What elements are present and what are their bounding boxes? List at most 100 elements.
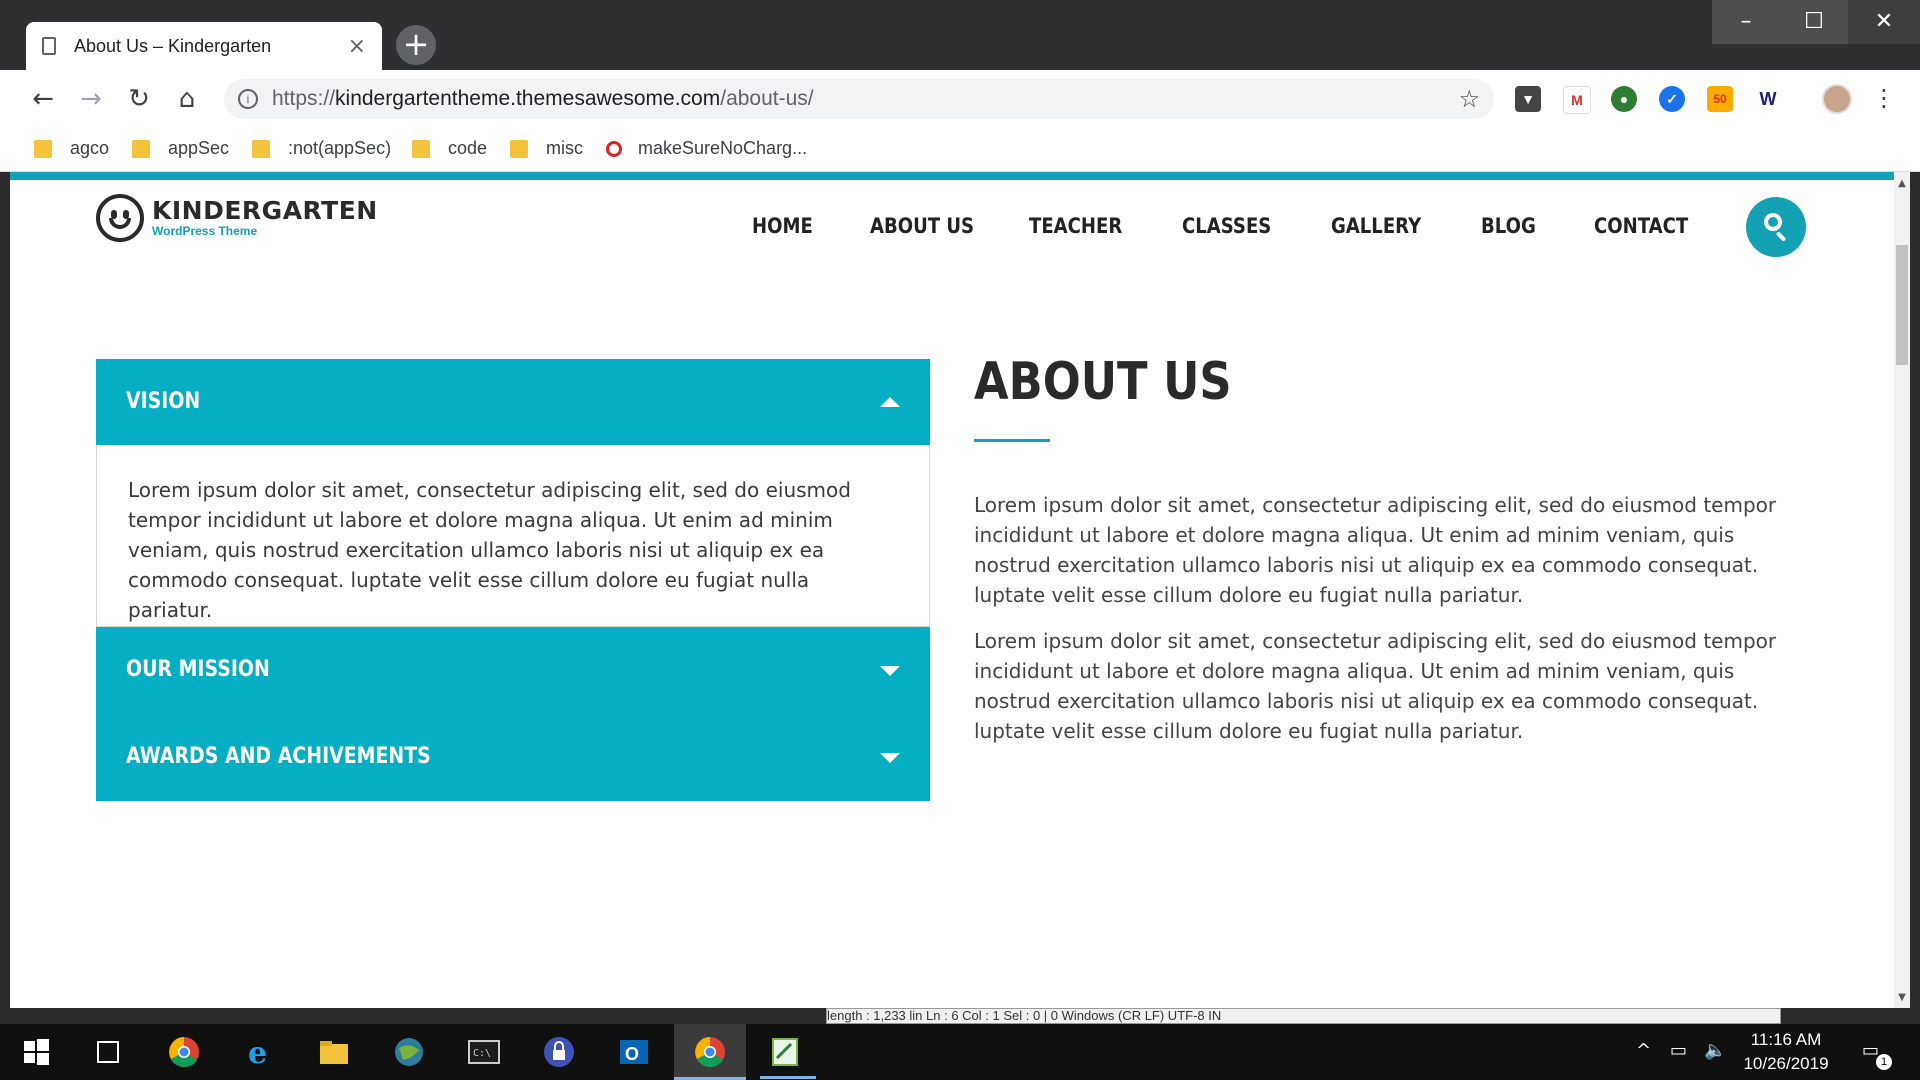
folder-icon (34, 139, 52, 158)
open-app-indicator (760, 1076, 816, 1079)
clock-time: 11:16 AM (1750, 1030, 1822, 1049)
home-icon[interactable]: ⌂ (170, 82, 204, 116)
accordion-title: AWARDS AND ACHIVEMENTS (126, 744, 431, 769)
caret-down-icon (880, 666, 900, 676)
address-bar[interactable]: i https://kindergartentheme.themesawesom… (224, 79, 1494, 119)
bookmark-makesurenocharge[interactable]: makeSureNoCharg... (606, 138, 807, 159)
accordion: VISION Lorem ipsum dolor sit amet, conse… (96, 359, 930, 801)
back-icon[interactable]: ← (26, 82, 60, 116)
url-host: kindergartentheme.themesawesome.com (335, 87, 721, 110)
scrollbar-thumb[interactable] (1896, 245, 1908, 365)
internet-explorer-icon[interactable]: e (241, 1034, 277, 1070)
accordion-our-mission-header[interactable]: OUR MISSION (96, 627, 930, 714)
accordion-vision-body: Lorem ipsum dolor sit amet, consectetur … (96, 445, 930, 627)
folder-icon (510, 139, 528, 158)
bookmark-appsec[interactable]: appSec (132, 138, 229, 159)
bookmark-misc[interactable]: misc (510, 138, 583, 159)
clock[interactable]: 11:16 AM 10/26/2019 (1730, 1028, 1842, 1076)
nav-gallery[interactable]: GALLERY (1331, 214, 1421, 238)
about-paragraph: Lorem ipsum dolor sit amet, consectetur … (974, 493, 1777, 607)
top-accent-bar (10, 172, 1894, 180)
notification-badge: 1 (1876, 1054, 1892, 1070)
search-button[interactable] (1746, 197, 1806, 257)
caret-down-icon (880, 753, 900, 763)
profile-avatar[interactable] (1822, 84, 1852, 114)
background-window-statusbar: length : 1,233 lin Ln : 6 Col : 1 Sel : … (826, 1008, 1781, 1024)
bookmark-label: :not(appSec) (288, 138, 392, 158)
nav-about-us[interactable]: ABOUT US (870, 214, 974, 238)
file-explorer-icon[interactable] (316, 1034, 352, 1070)
forward-icon[interactable]: → (74, 82, 108, 116)
check-icon[interactable]: ✓ (1659, 86, 1685, 112)
windows-start-icon[interactable] (18, 1034, 54, 1070)
folder-icon (132, 139, 150, 158)
gmail-icon[interactable]: M (1563, 86, 1591, 114)
bookmarks-bar: agco appSec :not(appSec) code misc makeS… (0, 128, 1920, 172)
new-tab-button[interactable]: + (396, 25, 436, 65)
nav-teacher[interactable]: TEACHER (1029, 214, 1122, 238)
accordion-awards-header[interactable]: AWARDS AND ACHIVEMENTS (96, 714, 930, 801)
nav-blog[interactable]: BLOG (1481, 214, 1536, 238)
bookmark-label: code (448, 138, 488, 158)
scroll-down-icon[interactable]: ▼ (1896, 992, 1908, 1003)
accordion-collapsed-group: OUR MISSION AWARDS AND ACHIVEMENTS (96, 627, 930, 801)
bookmark-label: makeSureNoCharg... (638, 138, 808, 158)
logo-subtitle: WordPress Theme (152, 224, 258, 238)
reload-icon[interactable]: ↻ (122, 82, 156, 116)
accordion-vision-header[interactable]: VISION (96, 359, 930, 445)
about-paragraph: Lorem ipsum dolor sit amet, consectetur … (974, 629, 1777, 743)
bookmark-label: agco (70, 138, 110, 158)
page-icon (42, 37, 56, 55)
browser-toolbar: ← → ↻ ⌂ i https://kindergartentheme.them… (0, 70, 1920, 128)
chrome-active-icon[interactable] (692, 1034, 728, 1070)
svg-text:e: e (248, 1036, 267, 1070)
url-text[interactable]: https://kindergartentheme.themesawesome.… (272, 87, 1458, 111)
heading-underline (974, 439, 1050, 442)
globe-app-icon[interactable] (391, 1034, 427, 1070)
folder-icon (252, 139, 270, 158)
pocket-icon[interactable]: ▼ (1515, 86, 1541, 112)
tab-about-us[interactable]: About Us – Kindergarten × (26, 22, 382, 70)
site-logo[interactable]: KINDERGARTEN WordPress Theme (96, 194, 378, 242)
vpn-lock-icon[interactable] (541, 1034, 577, 1070)
nav-home[interactable]: HOME (752, 214, 813, 238)
bookmark-agco[interactable]: agco (34, 138, 109, 159)
svg-text:C:\: C:\ (473, 1048, 491, 1059)
close-window-button[interactable]: ✕ (1848, 0, 1920, 44)
terminal-icon[interactable]: C:\ (466, 1034, 502, 1070)
window-edge (1910, 172, 1920, 1008)
chrome-icon[interactable] (166, 1034, 202, 1070)
battery-icon[interactable]: ▭ (1670, 1040, 1687, 1061)
site-info-icon[interactable]: i (238, 89, 258, 109)
bookmark-not-appsec[interactable]: :not(appSec) (252, 138, 391, 159)
browser-titlebar: About Us – Kindergarten × + – ☐ ✕ (0, 0, 1920, 70)
task-view-icon[interactable] (90, 1034, 126, 1070)
bookmark-label: misc (546, 138, 583, 158)
outlook-icon[interactable]: O (616, 1034, 652, 1070)
tab-title: About Us – Kindergarten (74, 35, 272, 56)
bookmark-code[interactable]: code (412, 138, 487, 159)
scroll-up-icon[interactable]: ▲ (1896, 178, 1908, 189)
minimize-button[interactable]: – (1712, 0, 1780, 44)
about-section: ABOUT US Lorem ipsum dolor sit amet, con… (974, 347, 1804, 746)
nav-classes[interactable]: CLASSES (1182, 214, 1271, 238)
url-scheme: https:// (272, 87, 336, 110)
url-path: /about-us/ (720, 87, 814, 110)
volume-icon[interactable]: 🔈 (1704, 1040, 1726, 1061)
badge-icon[interactable]: 50 (1707, 86, 1733, 112)
nav-contact[interactable]: CONTACT (1594, 214, 1688, 238)
show-hidden-icons[interactable]: ^ (1636, 1040, 1651, 1061)
close-tab-icon[interactable]: × (348, 34, 366, 59)
globe-icon[interactable]: ● (1611, 86, 1637, 112)
accordion-title: OUR MISSION (126, 657, 270, 682)
search-icon (1764, 213, 1782, 231)
maximize-button[interactable]: ☐ (1780, 0, 1848, 44)
w-icon[interactable]: W (1755, 86, 1781, 112)
bookmark-star-icon[interactable]: ☆ (1458, 85, 1480, 113)
menu-dots-icon[interactable]: ⋮ (1872, 84, 1896, 112)
notepad-plus-icon[interactable] (767, 1034, 803, 1070)
logo-title: KINDERGARTEN (152, 196, 378, 225)
svg-text:O: O (625, 1044, 639, 1064)
taskbar: e C:\ O ^ ▭ 🔈 11:16 AM 10/26/2019 ▭ 1 (0, 1024, 1920, 1080)
opera-icon (606, 140, 622, 157)
